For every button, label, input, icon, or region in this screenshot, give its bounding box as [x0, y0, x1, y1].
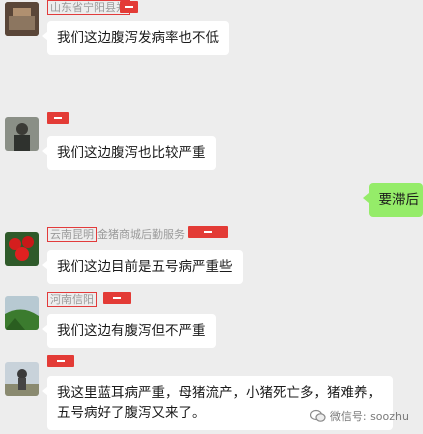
sender-name: 河南信阳: [47, 292, 97, 307]
redacted-tag: [120, 1, 138, 13]
sender-name: 云南昆明 金猪商城后勤服务: [47, 227, 185, 242]
sender-name: 山东省宁阳县郑: [47, 0, 130, 15]
message-bubble[interactable]: 我们这边腹泻发病率也不低: [42, 21, 229, 55]
message-bubble[interactable]: 我们这边有腹泻但不严重: [42, 314, 216, 348]
avatar[interactable]: [5, 232, 39, 266]
message-text: 我们这边有腹泻但不严重: [57, 323, 206, 339]
watermark-text: 微信号: soozhu: [329, 410, 409, 423]
avatar[interactable]: [5, 296, 39, 330]
message-text: 我们这边目前是五号病严重些: [57, 259, 233, 275]
message-bubble[interactable]: 我们这边目前是五号病严重些: [42, 250, 243, 284]
message-bubble[interactable]: 我们这边腹泻也比较严重: [42, 136, 216, 170]
redacted-tag: [188, 226, 228, 238]
wechat-icon: [309, 409, 326, 423]
sender-name-text: 山东省宁阳县郑: [47, 0, 130, 15]
message-text: 我们这边腹泻发病率也不低: [57, 30, 219, 46]
watermark: 微信号: soozhu: [309, 408, 409, 424]
avatar[interactable]: [5, 117, 39, 151]
sender-name-boxed: 云南昆明: [47, 227, 97, 242]
self-message-bubble[interactable]: 要滞后: [362, 183, 423, 217]
sender-name-rest: 金猪商城后勤服务: [97, 228, 185, 241]
message-text: 我们这边腹泻也比较严重: [57, 145, 206, 161]
redacted-tag: [47, 112, 69, 124]
sender-name-boxed: 河南信阳: [47, 292, 97, 307]
redacted-tag: [103, 292, 131, 304]
avatar[interactable]: [5, 2, 39, 36]
message-text: 要滞后: [378, 192, 420, 208]
redacted-tag: [47, 355, 74, 367]
avatar[interactable]: [5, 362, 39, 396]
